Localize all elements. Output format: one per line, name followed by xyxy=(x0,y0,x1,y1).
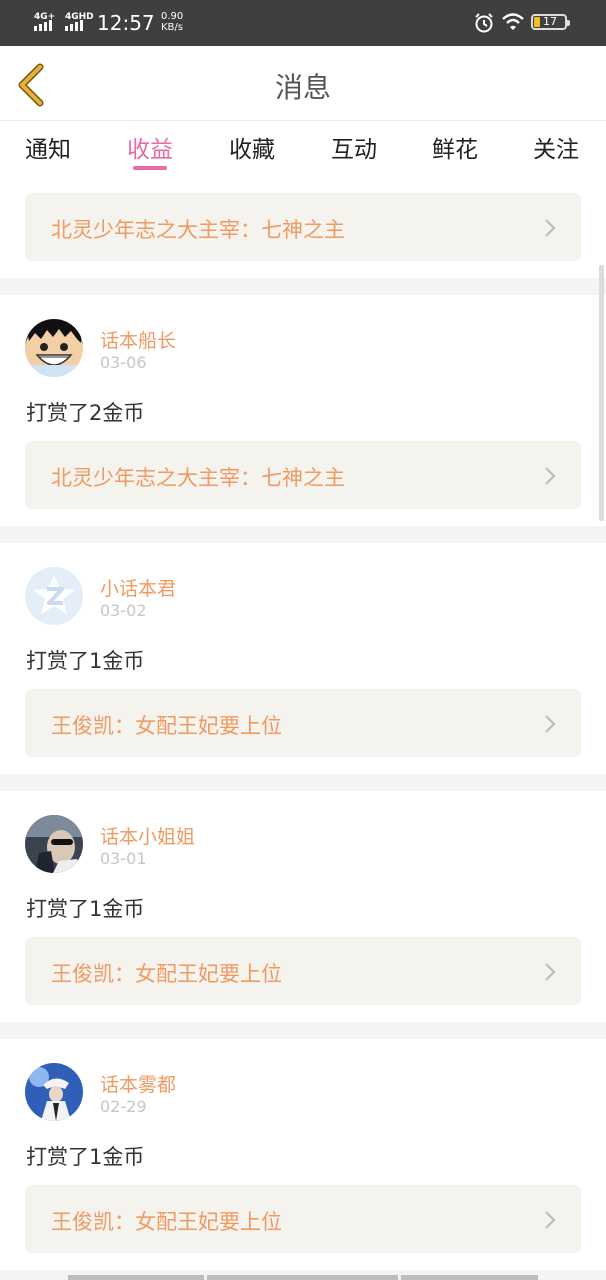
alarm-icon xyxy=(475,13,493,33)
reward-text: 打赏了2金币 xyxy=(26,401,145,425)
book-title: 北灵少年志之大主宰：七神之主 xyxy=(51,218,345,242)
chevron-right-icon xyxy=(545,219,556,237)
message-date: 03-06 xyxy=(100,353,147,372)
avatar-photo-icon xyxy=(25,815,83,873)
reward-text: 打赏了1金币 xyxy=(26,897,145,921)
book-link[interactable]: 北灵少年志之大主宰：七神之主 xyxy=(25,441,581,509)
book-link[interactable]: 北灵少年志之大主宰：七神之主 xyxy=(25,193,581,261)
chevron-right-icon xyxy=(545,963,556,981)
user-name[interactable]: 话本船长 xyxy=(100,326,176,353)
book-link[interactable]: 王俊凯：女配王妃要上位 xyxy=(25,689,581,757)
message-list[interactable]: 北灵少年志之大主宰：七神之主 话本船长 03-06 打赏了2金币 北灵少年志之大… xyxy=(0,177,606,1280)
book-title: 王俊凯：女配王妃要上位 xyxy=(51,714,282,738)
battery-icon: 17 xyxy=(531,14,570,30)
tab-notifications[interactable]: 通知 xyxy=(25,130,71,164)
scrollbar[interactable] xyxy=(599,265,604,521)
book-link[interactable]: 王俊凯：女配王妃要上位 xyxy=(25,937,581,1005)
chevron-right-icon xyxy=(545,1211,556,1229)
chevron-right-icon xyxy=(545,715,556,733)
reward-text: 打赏了1金币 xyxy=(26,1145,145,1169)
section-divider xyxy=(0,1022,606,1039)
speed-value: 0.90 xyxy=(161,11,184,22)
avatar[interactable] xyxy=(25,815,83,873)
message-date: 02-29 xyxy=(100,1097,147,1116)
active-tab-indicator xyxy=(133,166,167,170)
nav-gesture-bar[interactable] xyxy=(68,1275,204,1280)
wifi-icon xyxy=(502,13,524,30)
battery-level: 17 xyxy=(543,15,557,28)
tab-following[interactable]: 关注 xyxy=(533,130,579,164)
message-date: 03-02 xyxy=(100,601,147,620)
avatar[interactable] xyxy=(25,567,83,625)
avatar-photo-icon xyxy=(25,1063,83,1121)
clock: 12:57 xyxy=(97,11,155,35)
book-title: 王俊凯：女配王妃要上位 xyxy=(51,1210,282,1234)
avatar-default-logo-icon xyxy=(25,567,83,625)
tab-favorites[interactable]: 收藏 xyxy=(229,130,275,164)
book-title: 王俊凯：女配王妃要上位 xyxy=(51,962,282,986)
signal-bars-1-icon xyxy=(34,20,52,31)
section-divider xyxy=(0,526,606,543)
tab-interactions[interactable]: 互动 xyxy=(331,130,377,164)
signal-bars-2-icon xyxy=(65,20,83,31)
nav-gesture-bar[interactable] xyxy=(401,1275,538,1280)
network-speed: 0.90 KB/s xyxy=(161,11,183,33)
user-name[interactable]: 话本雾都 xyxy=(100,1070,176,1097)
section-divider xyxy=(0,278,606,295)
tab-flowers[interactable]: 鲜花 xyxy=(432,130,478,164)
message-date: 03-01 xyxy=(100,849,147,868)
speed-unit: KB/s xyxy=(161,22,183,33)
user-name[interactable]: 小话本君 xyxy=(100,574,176,601)
book-link[interactable]: 王俊凯：女配王妃要上位 xyxy=(25,1185,581,1253)
book-title: 北灵少年志之大主宰：七神之主 xyxy=(51,466,345,490)
avatar[interactable] xyxy=(25,319,83,377)
status-bar: 4G+ 4GHD 12:57 0.90 KB/s 17 xyxy=(0,0,606,46)
avatar[interactable] xyxy=(25,1063,83,1121)
page-title: 消息 xyxy=(274,71,331,104)
tab-earnings[interactable]: 收益 xyxy=(127,130,173,164)
chevron-right-icon xyxy=(545,467,556,485)
avatar-cartoon-icon xyxy=(25,319,83,377)
section-divider xyxy=(0,774,606,791)
nav-gesture-bar[interactable] xyxy=(207,1275,398,1280)
user-name[interactable]: 话本小姐姐 xyxy=(100,822,195,849)
reward-text: 打赏了1金币 xyxy=(26,649,145,673)
tab-bar: 通知 收益 收藏 互动 鲜花 关注 xyxy=(0,121,606,177)
app-header: 消息 xyxy=(0,46,606,121)
